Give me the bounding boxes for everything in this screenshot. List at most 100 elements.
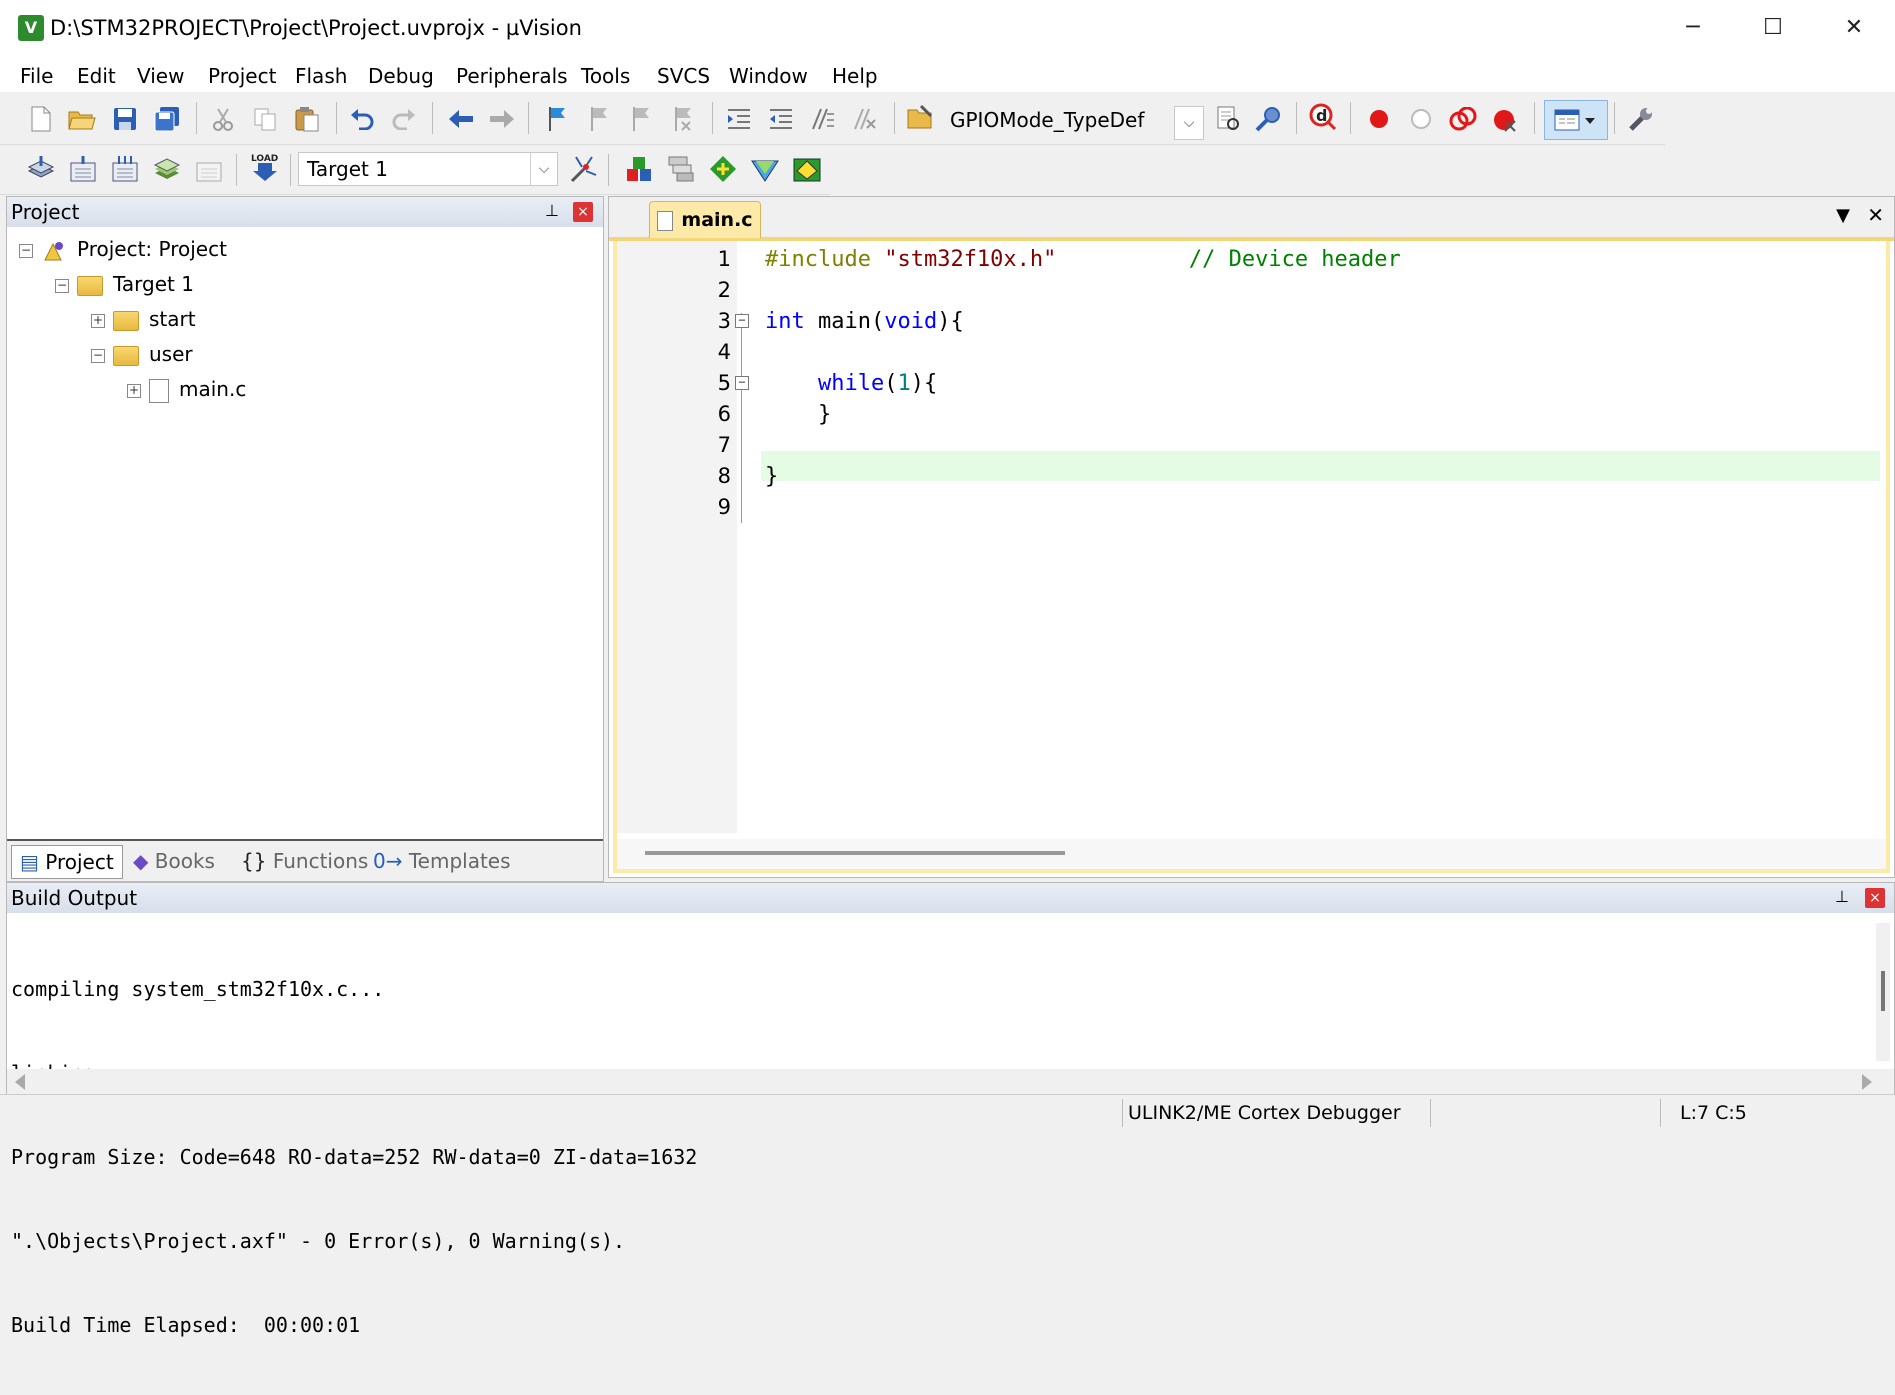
editor-dropdown-icon[interactable]: ▼ bbox=[1836, 205, 1850, 226]
insert-bookmark-icon[interactable] bbox=[542, 104, 572, 134]
tab-project-label: Project bbox=[45, 850, 114, 874]
find-combo[interactable]: GPIOMode_TypeDef bbox=[942, 104, 1202, 138]
previous-bookmark-icon[interactable] bbox=[584, 104, 614, 134]
menu-edit[interactable]: Edit bbox=[77, 64, 116, 88]
menu-file[interactable]: File bbox=[20, 64, 53, 88]
code-editor[interactable]: 1 2 3 4 5 6 7 8 9 − − #include "stm32f10… bbox=[613, 241, 1890, 873]
unindent-icon[interactable] bbox=[766, 104, 796, 134]
open-folder-icon[interactable] bbox=[67, 104, 97, 134]
menu-debug[interactable]: Debug bbox=[368, 64, 434, 88]
close-project-panel-button[interactable]: × bbox=[573, 202, 593, 222]
find-icon[interactable] bbox=[1214, 104, 1244, 134]
rebuild-icon[interactable] bbox=[110, 154, 140, 184]
expand-icon[interactable]: + bbox=[91, 313, 105, 328]
uvision-app-icon: V bbox=[18, 15, 44, 41]
menu-flash[interactable]: Flash bbox=[295, 64, 347, 88]
indent-icon[interactable] bbox=[724, 104, 754, 134]
clear-bookmarks-icon[interactable] bbox=[668, 104, 698, 134]
minimize-button[interactable]: ─ bbox=[1665, 8, 1721, 48]
editor-tab-main-c[interactable]: main.c bbox=[649, 201, 761, 238]
incremental-find-icon[interactable] bbox=[1254, 104, 1284, 134]
close-editor-icon[interactable]: ✕ bbox=[1867, 203, 1884, 227]
build-output-horizontal-scrollbar[interactable] bbox=[7, 1069, 1894, 1095]
insert-breakpoint-icon[interactable] bbox=[1364, 104, 1394, 134]
scrollbar-thumb[interactable] bbox=[1881, 971, 1885, 1011]
options-for-target-icon[interactable] bbox=[568, 154, 598, 184]
tree-item-project-root[interactable]: − Project: Project bbox=[19, 235, 227, 263]
tree-item-target[interactable]: − Target 1 bbox=[55, 270, 194, 298]
manage-run-time-environment-icon[interactable] bbox=[708, 154, 738, 184]
close-build-output-button[interactable]: × bbox=[1865, 888, 1885, 908]
comment-selection-icon[interactable] bbox=[808, 104, 838, 134]
menu-tools[interactable]: Tools bbox=[581, 64, 630, 88]
tab-books[interactable]: ◆ Books bbox=[133, 845, 215, 877]
paste-icon[interactable] bbox=[292, 104, 322, 134]
enable-breakpoint-icon[interactable] bbox=[1406, 104, 1436, 134]
build-line: Program Size: Code=648 RO-data=252 RW-da… bbox=[11, 1145, 698, 1169]
tree-item-group-user[interactable]: − user bbox=[91, 340, 193, 368]
books-icon: ◆ bbox=[133, 849, 149, 873]
menu-peripherals[interactable]: Peripherals bbox=[456, 64, 568, 88]
event-recorder-icon[interactable] bbox=[792, 154, 822, 184]
collapse-icon[interactable]: − bbox=[19, 243, 33, 258]
translate-icon[interactable] bbox=[26, 154, 56, 184]
maximize-button[interactable]: ☐ bbox=[1745, 8, 1801, 48]
select-packs-icon[interactable] bbox=[666, 154, 696, 184]
collapse-icon[interactable]: − bbox=[55, 278, 69, 293]
menu-project[interactable]: Project bbox=[208, 64, 276, 88]
close-window-button[interactable]: ✕ bbox=[1826, 8, 1882, 48]
menu-help[interactable]: Help bbox=[832, 64, 878, 88]
disable-all-breakpoints-icon[interactable] bbox=[1448, 104, 1478, 134]
scroll-right-icon[interactable] bbox=[1862, 1074, 1872, 1090]
templates-icon: 0→ bbox=[373, 849, 403, 873]
navigate-forward-icon[interactable] bbox=[487, 104, 517, 134]
tab-project[interactable]: ▤ Project bbox=[11, 845, 123, 879]
new-file-icon[interactable] bbox=[26, 104, 56, 134]
tab-templates-label: Templates bbox=[408, 849, 511, 873]
folder-icon bbox=[113, 310, 139, 331]
kill-all-breakpoints-icon[interactable] bbox=[1490, 104, 1520, 134]
window-layout-dropdown[interactable] bbox=[1544, 100, 1608, 140]
collapse-icon[interactable]: − bbox=[91, 348, 105, 363]
cut-icon[interactable] bbox=[208, 104, 238, 134]
debug-session-icon[interactable]: d bbox=[1308, 102, 1338, 132]
next-bookmark-icon[interactable] bbox=[626, 104, 656, 134]
undo-icon[interactable] bbox=[347, 104, 377, 134]
pin-icon[interactable]: ⊥ bbox=[545, 201, 559, 220]
expand-icon[interactable]: + bbox=[127, 383, 141, 398]
configure-wrench-icon[interactable] bbox=[1626, 104, 1656, 134]
manage-project-items-icon[interactable] bbox=[624, 154, 654, 184]
menu-svcs[interactable]: SVCS bbox=[657, 64, 710, 88]
redo-icon[interactable] bbox=[389, 104, 419, 134]
project-tab-icon: ▤ bbox=[20, 850, 39, 874]
stop-build-icon[interactable] bbox=[194, 154, 224, 184]
pack-installer-icon[interactable] bbox=[750, 154, 780, 184]
fold-collapse-icon[interactable]: − bbox=[735, 376, 749, 390]
save-all-icon[interactable] bbox=[152, 104, 182, 134]
build-icon[interactable] bbox=[68, 154, 98, 184]
target-select[interactable]: Target 1 ⌵ bbox=[298, 152, 558, 186]
toolbar-separator bbox=[196, 102, 197, 134]
scroll-left-icon[interactable] bbox=[15, 1074, 25, 1090]
copy-icon[interactable] bbox=[250, 104, 280, 134]
menu-window[interactable]: Window bbox=[729, 64, 808, 88]
save-icon[interactable] bbox=[110, 104, 140, 134]
tab-functions[interactable]: {} Functions bbox=[241, 845, 368, 877]
download-load-icon[interactable]: LOAD bbox=[250, 152, 280, 182]
fold-collapse-icon[interactable]: − bbox=[735, 314, 749, 328]
find-in-files-icon[interactable] bbox=[906, 102, 936, 132]
uncomment-selection-icon[interactable] bbox=[850, 104, 880, 134]
batch-build-icon[interactable] bbox=[152, 154, 182, 184]
status-separator bbox=[1122, 1099, 1123, 1127]
function-name: main bbox=[818, 309, 871, 334]
pin-icon[interactable]: ⊥ bbox=[1835, 887, 1849, 906]
find-combo-dropdown[interactable]: ⌵ bbox=[1174, 106, 1204, 140]
editor-horizontal-scrollbar[interactable] bbox=[617, 839, 1886, 869]
tree-item-main-c[interactable]: + main.c bbox=[127, 375, 246, 403]
tree-item-group-start[interactable]: + start bbox=[91, 305, 196, 333]
menu-view[interactable]: View bbox=[137, 64, 184, 88]
scrollbar-thumb[interactable] bbox=[645, 851, 1065, 855]
build-output-vertical-scrollbar[interactable] bbox=[1876, 923, 1890, 1061]
navigate-back-icon[interactable] bbox=[446, 104, 476, 134]
tab-templates[interactable]: 0→ Templates bbox=[373, 845, 511, 877]
